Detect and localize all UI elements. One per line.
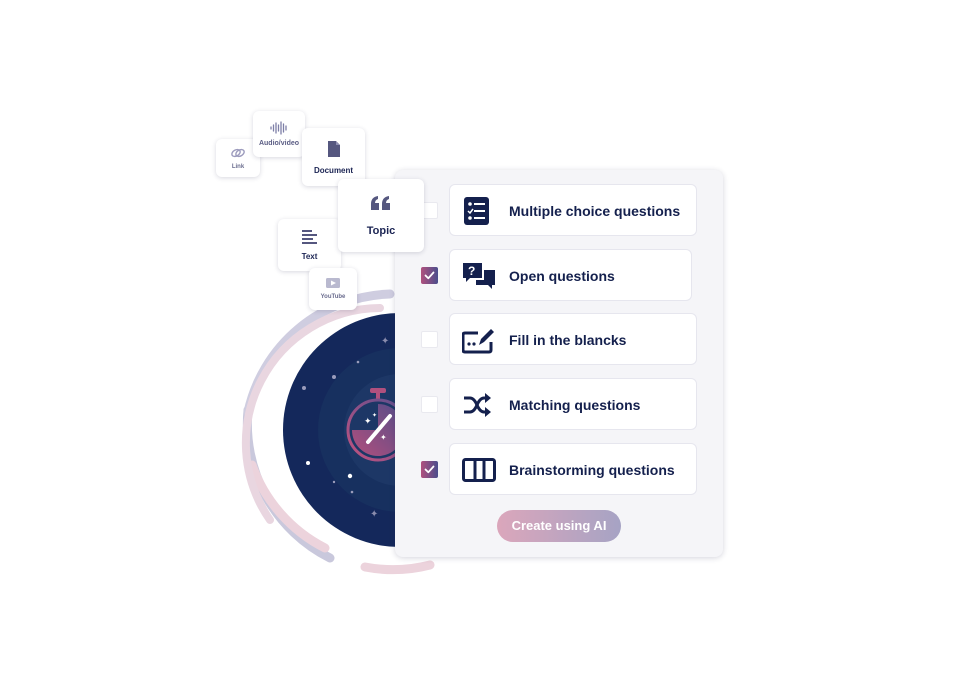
option-label: Multiple choice questions <box>509 203 681 219</box>
source-label: YouTube <box>320 294 346 300</box>
source-label: Document <box>313 165 354 175</box>
svg-text:?: ? <box>468 264 475 278</box>
star <box>350 490 354 494</box>
star <box>332 375 336 379</box>
quote-icon <box>371 195 390 210</box>
source-card-text[interactable]: Text <box>278 219 341 271</box>
svg-text:✦: ✦ <box>372 412 377 419</box>
question-type-panel: Multiple choice questions ? Open questio… <box>395 170 723 557</box>
checkbox-fill-blanks[interactable] <box>421 331 438 348</box>
star <box>302 386 306 390</box>
svg-text:✦: ✦ <box>380 433 387 442</box>
source-card-audio-video[interactable]: Audio/video <box>253 111 305 157</box>
source-label: Topic <box>366 224 396 237</box>
star <box>347 473 353 479</box>
checkmark-icon <box>424 465 435 474</box>
checkbox-open-questions[interactable] <box>421 267 438 284</box>
question-type-row: Brainstorming questions <box>395 443 723 495</box>
question-type-row: Multiple choice questions <box>395 184 723 236</box>
source-card-youtube[interactable]: YouTube <box>309 268 357 310</box>
option-label: Open questions <box>509 268 615 284</box>
shuffle-icon <box>464 393 491 417</box>
option-fill-blanks[interactable]: Fill in the blancks <box>449 313 697 365</box>
question-type-row: ? Open questions <box>395 249 723 301</box>
option-matching[interactable]: Matching questions <box>449 378 697 430</box>
option-multiple-choice[interactable]: Multiple choice questions <box>449 184 697 236</box>
question-type-row: Matching questions <box>395 378 723 430</box>
option-label: Fill in the blancks <box>509 332 627 348</box>
option-label: Matching questions <box>509 397 641 413</box>
question-type-row: Fill in the blancks <box>395 313 723 365</box>
text-lines-icon <box>301 229 317 244</box>
star <box>356 360 360 364</box>
edit-field-icon <box>462 329 494 354</box>
link-icon <box>231 148 245 157</box>
illustration-stage: ✦ ✦ ✦ ✦ ✦ Link Audio/video Document Text… <box>0 0 956 700</box>
checklist-icon <box>464 197 489 225</box>
checkmark-icon <box>424 271 435 280</box>
document-icon <box>327 140 340 157</box>
orbit-arc-bottom <box>360 560 435 575</box>
source-label: Link <box>231 163 245 170</box>
speech-bubbles-question-icon: ? <box>463 263 495 289</box>
option-brainstorming[interactable]: Brainstorming questions <box>449 443 697 495</box>
source-card-document[interactable]: Document <box>302 128 365 186</box>
columns-icon <box>462 458 496 482</box>
source-label: Text <box>301 251 318 261</box>
checkbox-matching[interactable] <box>421 396 438 413</box>
star <box>306 461 310 465</box>
play-video-icon <box>326 278 340 288</box>
create-using-ai-button[interactable]: Create using AI <box>497 510 621 542</box>
star <box>332 480 336 484</box>
source-label: Audio/video <box>258 140 300 147</box>
checkbox-brainstorming[interactable] <box>421 461 438 478</box>
option-label: Brainstorming questions <box>509 462 675 478</box>
svg-text:✦: ✦ <box>370 509 378 520</box>
source-card-topic[interactable]: Topic <box>338 179 424 252</box>
svg-text:✦: ✦ <box>364 417 372 427</box>
option-open-questions[interactable]: ? Open questions <box>449 249 692 301</box>
waveform-icon <box>270 121 287 135</box>
svg-text:✦: ✦ <box>381 336 389 347</box>
